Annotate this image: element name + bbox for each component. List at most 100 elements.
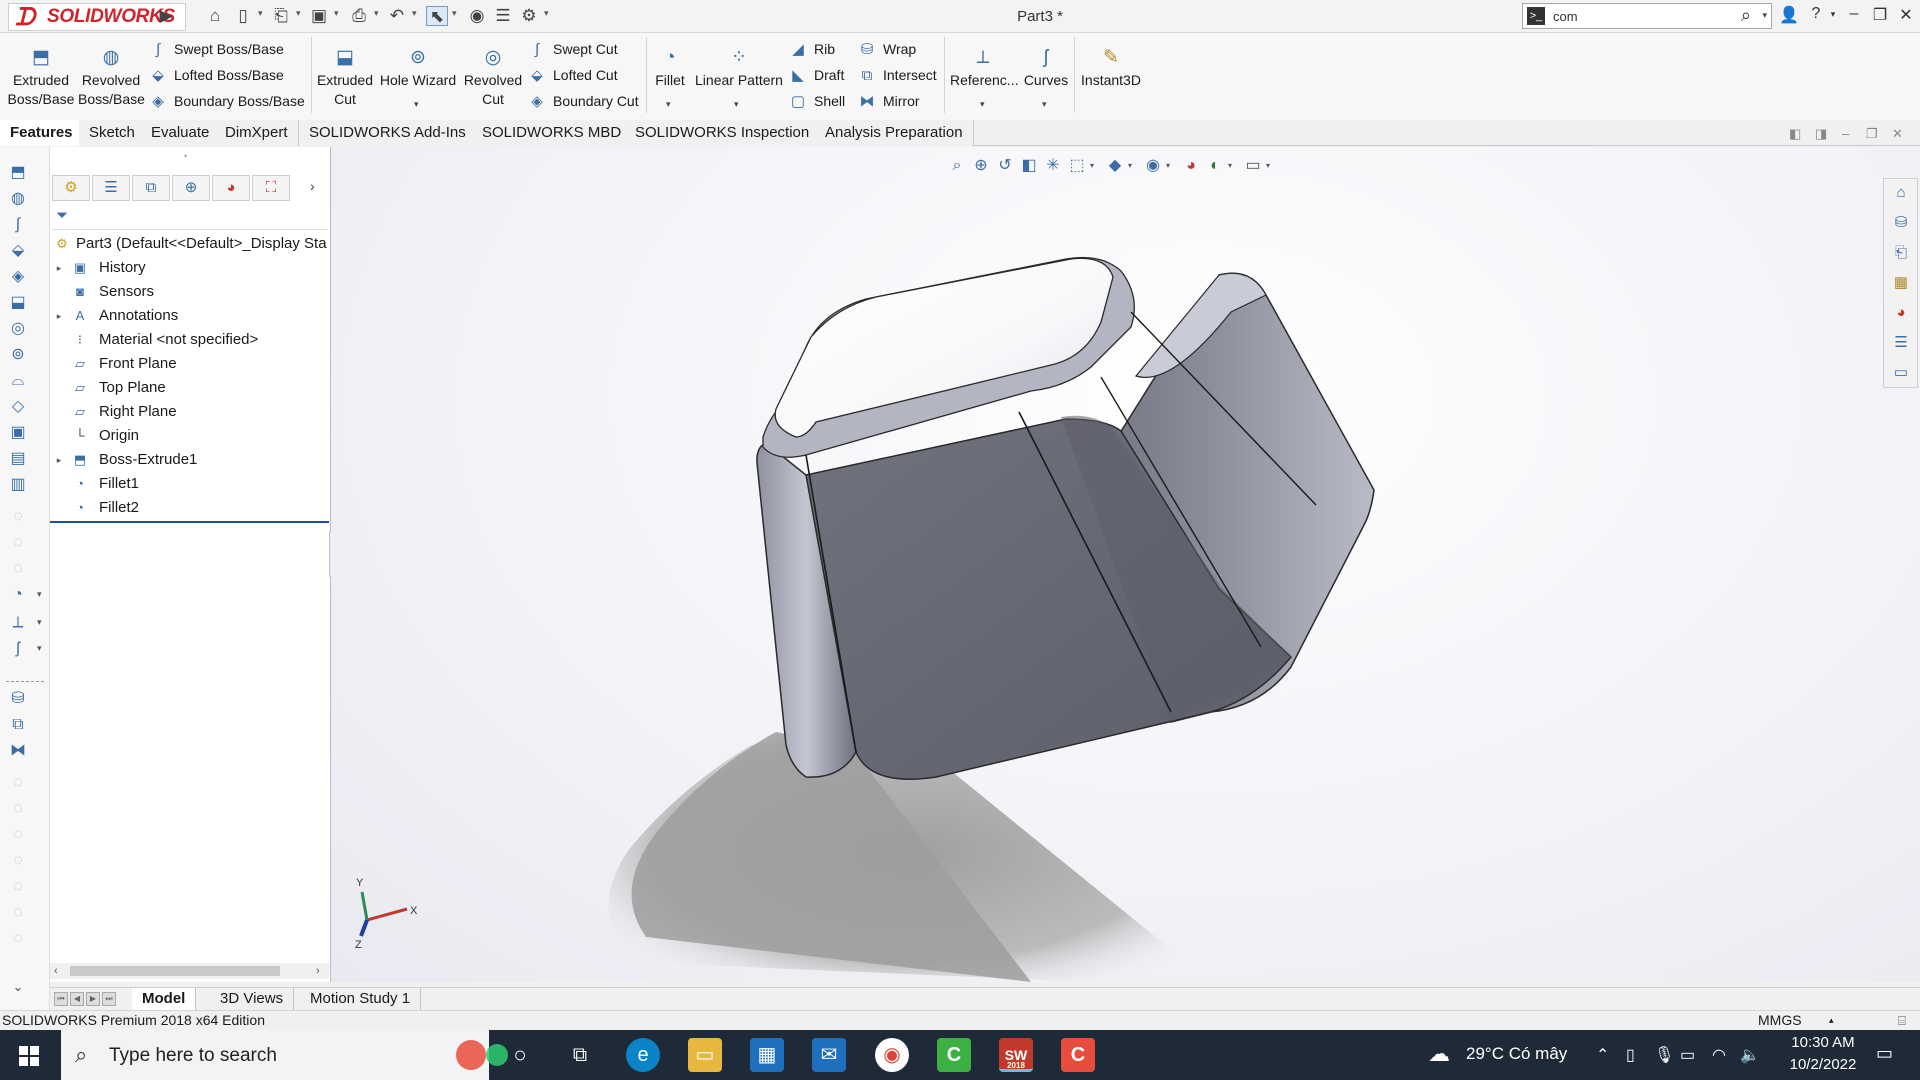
dimxpert-manager-tab-icon[interactable]: ⊕ bbox=[172, 175, 210, 201]
fillet-strip-caret-icon[interactable]: ▾ bbox=[37, 589, 42, 600]
boundary-strip-icon[interactable]: ◈ bbox=[7, 267, 29, 287]
draft-button[interactable]: ◣ Draft bbox=[788, 64, 844, 86]
solidworks-resources-icon[interactable]: ⌂ bbox=[1890, 182, 1912, 204]
clock-date[interactable]: 10/2/2022 bbox=[1778, 1056, 1868, 1073]
tree-root-part[interactable]: ⚙ Part3 (Default<<Default>_Display Sta bbox=[50, 233, 329, 255]
save-icon[interactable]: ▣ bbox=[308, 6, 330, 26]
revolved-cut-button[interactable]: ◎ Revolved Cut bbox=[462, 47, 524, 109]
close-icon[interactable]: ✕ bbox=[1895, 5, 1917, 25]
swept-cut-button[interactable]: ∫ Swept Cut bbox=[527, 38, 618, 60]
select-caret-icon[interactable]: ▾ bbox=[452, 8, 457, 19]
scroll-left-icon[interactable]: ‹ bbox=[54, 963, 58, 979]
viewport-close-icon[interactable]: ✕ bbox=[1892, 126, 1903, 142]
search-input[interactable] bbox=[1553, 7, 1723, 26]
view-orientation-caret-icon[interactable]: ▾ bbox=[1090, 161, 1094, 170]
lofted-boss-button[interactable]: ⬙ Lofted Boss/Base bbox=[148, 64, 284, 86]
tree-item-origin[interactable]: └ Origin bbox=[50, 425, 329, 447]
tab-inspection[interactable]: SOLIDWORKS Inspection bbox=[625, 120, 821, 146]
tab-addins[interactable]: SOLIDWORKS Add-Ins bbox=[299, 120, 477, 146]
hole-wizard-button[interactable]: ⊚ Hole Wizard bbox=[378, 47, 458, 90]
expand-arrow-icon[interactable]: ▸ bbox=[54, 257, 64, 279]
options-caret-icon[interactable]: ▾ bbox=[544, 8, 549, 19]
cam-manager-tab-icon[interactable]: ⛶ bbox=[252, 175, 290, 201]
tree-item-right-plane[interactable]: ▱ Right Plane bbox=[50, 401, 329, 423]
mirror-strip-icon[interactable]: ⧓ bbox=[7, 741, 29, 761]
expand-arrow-icon[interactable]: ▸ bbox=[54, 449, 64, 471]
apply-scene-icon[interactable]: ◐ bbox=[1204, 155, 1226, 177]
dynamic-annotation-icon[interactable]: ✳ bbox=[1042, 155, 1064, 177]
hide-show-caret-icon[interactable]: ▾ bbox=[1166, 161, 1170, 170]
apply-scene-caret-icon[interactable]: ▾ bbox=[1228, 161, 1232, 170]
search-caret-icon[interactable]: ▾ bbox=[1762, 10, 1767, 21]
viewport-nav-right-icon[interactable]: ◨ bbox=[1815, 126, 1827, 142]
shell-button[interactable]: ▢ Shell bbox=[788, 90, 845, 112]
edit-appearance-icon[interactable]: ◕ bbox=[1180, 155, 1202, 177]
display-manager-tab-icon[interactable]: ◕ bbox=[212, 175, 250, 201]
sweep-strip-icon[interactable]: ∫ bbox=[7, 215, 29, 235]
show-hidden-icons-chevron-icon[interactable]: ⌃ bbox=[1596, 1045, 1609, 1065]
wrap-button[interactable]: ⛁ Wrap bbox=[857, 38, 917, 60]
hide-show-items-icon[interactable]: ◉ bbox=[1142, 155, 1164, 177]
camtasia-green-icon[interactable]: C bbox=[937, 1038, 971, 1072]
display-style-caret-icon[interactable]: ▾ bbox=[1128, 161, 1132, 170]
fillet-strip-icon[interactable]: ◔ bbox=[7, 585, 29, 605]
reference-strip-icon[interactable]: ⟂ bbox=[7, 613, 29, 633]
expand-arrow-icon[interactable]: ▸ bbox=[54, 305, 64, 327]
file-explorer-taskbar-icon[interactable]: ▭ bbox=[688, 1038, 722, 1072]
select-cursor-icon[interactable]: ⬉ bbox=[426, 6, 448, 26]
tab-model[interactable]: Model bbox=[132, 988, 197, 1010]
tree-item-sensors[interactable]: ◙ Sensors bbox=[50, 281, 329, 303]
edge-browser-icon[interactable]: e bbox=[626, 1038, 660, 1072]
weather-text[interactable]: 29°C Có mây bbox=[1466, 1044, 1567, 1064]
tree-item-material[interactable]: ⁝ Material <not specified> bbox=[50, 329, 329, 351]
graphics-area[interactable]: ⌕ ⊕ ↺ ◧ ✳ ⬚ ▾ ◆ ▾ ◉ ▾ ◕ ◐ ▾ ▭ ▾ X Y Z bbox=[331, 147, 1920, 982]
extrude-strip-icon[interactable]: ⬒ bbox=[7, 163, 29, 183]
thicken-strip-icon[interactable]: ▤ bbox=[7, 449, 29, 469]
previous-tab-icon[interactable]: ◀ bbox=[70, 992, 84, 1006]
tab-analysis-preparation[interactable]: Analysis Preparation bbox=[815, 120, 974, 146]
menu-expand-icon[interactable]: ▶ bbox=[155, 6, 177, 26]
cut-boundary-strip-icon[interactable]: ▣ bbox=[7, 423, 29, 443]
view-settings-monitor-icon[interactable]: ▭ bbox=[1242, 155, 1264, 177]
notifications-icon[interactable]: ▭ bbox=[1876, 1043, 1893, 1064]
boundary-boss-button[interactable]: ◈ Boundary Boss/Base bbox=[148, 90, 305, 112]
tooltip-toggle-icon[interactable]: ⌸ bbox=[1898, 1011, 1906, 1030]
intersect-strip-icon[interactable]: ⧉ bbox=[7, 715, 29, 735]
swept-boss-button[interactable]: ∫ Swept Boss/Base bbox=[148, 38, 284, 60]
curves-button[interactable]: ʃ Curves bbox=[1020, 47, 1072, 90]
search-commands-box[interactable]: >_ ⌕ ▾ bbox=[1522, 3, 1772, 29]
view-orientation-icon[interactable]: ⬚ bbox=[1066, 155, 1088, 177]
solidworks-taskbar-icon[interactable]: SW 2018 bbox=[999, 1038, 1033, 1072]
tree-item-top-plane[interactable]: ▱ Top Plane bbox=[50, 377, 329, 399]
intersect-button[interactable]: ⧉ Intersect bbox=[857, 64, 937, 86]
user-account-icon[interactable]: 👤 bbox=[1778, 5, 1800, 25]
battery-saver-icon[interactable]: ▯ bbox=[1626, 1045, 1635, 1065]
hole-wizard-caret-icon[interactable]: ▾ bbox=[414, 99, 419, 110]
custom-properties-icon[interactable]: ☰ bbox=[1890, 332, 1912, 354]
lofted-cut-button[interactable]: ⬙ Lofted Cut bbox=[527, 64, 617, 86]
zoom-to-area-icon[interactable]: ⊕ bbox=[970, 155, 992, 177]
microsoft-store-icon[interactable]: ▦ bbox=[750, 1038, 784, 1072]
property-manager-tab-icon[interactable]: ☰ bbox=[92, 175, 130, 201]
configuration-manager-tab-icon[interactable]: ⧉ bbox=[132, 175, 170, 201]
print-icon[interactable]: ⎙ bbox=[348, 6, 370, 26]
tree-horizontal-scrollbar[interactable]: ‹ › bbox=[50, 963, 329, 979]
section-view-icon[interactable]: ◧ bbox=[1018, 155, 1040, 177]
wifi-icon[interactable]: ◠ bbox=[1712, 1045, 1726, 1065]
tree-item-annotations[interactable]: ▸ A Annotations bbox=[50, 305, 329, 327]
curves-strip-icon[interactable]: ʃ bbox=[7, 639, 29, 659]
open-icon[interactable]: ⎗ bbox=[270, 6, 292, 26]
new-caret-icon[interactable]: ▾ bbox=[258, 8, 263, 19]
next-tab-icon[interactable]: ▶ bbox=[86, 992, 100, 1006]
wrap-strip-icon[interactable]: ⛁ bbox=[7, 689, 29, 709]
fillet-caret-icon[interactable]: ▾ bbox=[666, 99, 671, 110]
cut-revolve-strip-icon[interactable]: ◎ bbox=[7, 319, 29, 339]
tree-item-fillet1[interactable]: ◔ Fillet1 bbox=[50, 473, 329, 495]
display-style-icon[interactable]: ◆ bbox=[1104, 155, 1126, 177]
reference-strip-caret-icon[interactable]: ▾ bbox=[37, 617, 42, 628]
design-library-icon[interactable]: ⛁ bbox=[1890, 212, 1912, 234]
mirror-button[interactable]: ⧓ Mirror bbox=[857, 90, 920, 112]
tab-features[interactable]: Features bbox=[0, 120, 84, 146]
filter-icon[interactable]: ⏷ bbox=[56, 207, 76, 224]
tab-mbd[interactable]: SOLIDWORKS MBD bbox=[472, 120, 633, 146]
